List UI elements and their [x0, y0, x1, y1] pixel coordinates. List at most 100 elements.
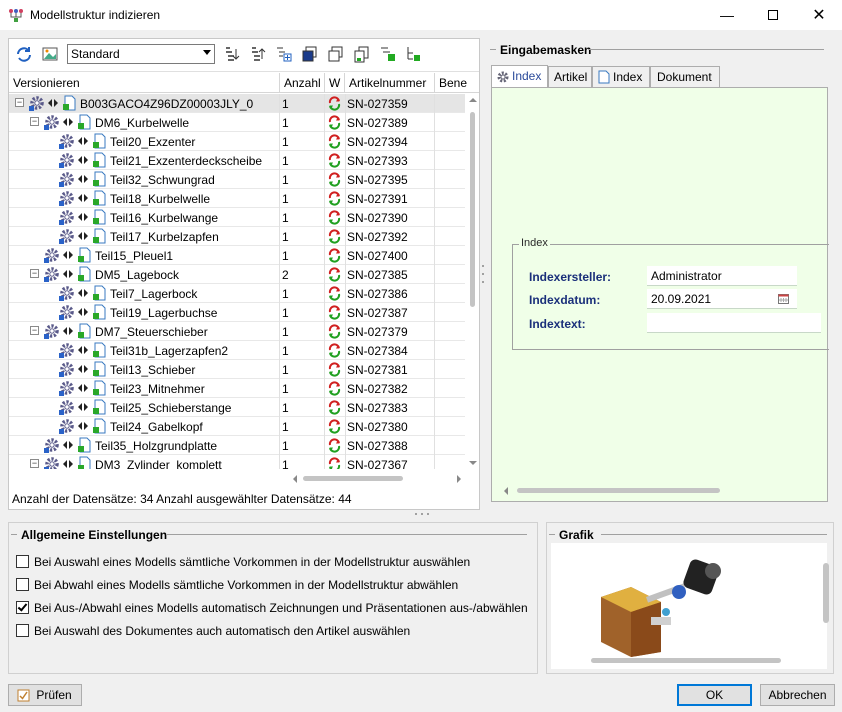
scroll-thumb[interactable]: [303, 476, 403, 481]
graphic-horizontal-scrollbar[interactable]: [591, 658, 781, 663]
gear-icon[interactable]: [44, 456, 60, 469]
table-row[interactable]: − DM5_Lagebock 2 SN-027385: [9, 265, 465, 284]
workflow-status-icon[interactable]: [327, 343, 342, 358]
column-header-anzahl[interactable]: Anzahl: [284, 76, 321, 94]
gear-icon[interactable]: [59, 304, 75, 320]
table-row[interactable]: − DM7_Steuerschieber 1 SN-027379: [9, 322, 465, 341]
workflow-status-icon[interactable]: [327, 400, 342, 415]
minimize-button[interactable]: —: [704, 0, 750, 30]
column-header-versionieren[interactable]: Versionieren: [13, 76, 80, 94]
view-combobox[interactable]: Standard: [67, 44, 215, 64]
scroll-right-icon[interactable]: [457, 475, 461, 483]
table-row[interactable]: Teil24_Gabelkopf 1 SN-027380: [9, 417, 465, 436]
checkbox[interactable]: [16, 601, 29, 614]
gear-icon[interactable]: [29, 95, 45, 111]
gear-icon[interactable]: [59, 209, 75, 225]
mark-level-icon[interactable]: [405, 45, 423, 63]
mask-horizontal-scrollbar[interactable]: [500, 484, 820, 497]
gear-icon[interactable]: [59, 361, 75, 377]
checkbox[interactable]: [16, 555, 29, 568]
gear-icon[interactable]: [44, 247, 60, 263]
workflow-status-icon[interactable]: [327, 172, 342, 187]
table-row[interactable]: Teil16_Kurbelwange 1 SN-027390: [9, 208, 465, 227]
workflow-status-icon[interactable]: [327, 438, 342, 453]
workflow-status-icon[interactable]: [327, 305, 342, 320]
workflow-status-icon[interactable]: [327, 229, 342, 244]
image-view-icon[interactable]: [41, 45, 59, 63]
workflow-status-icon[interactable]: [327, 324, 342, 339]
tree-vertical-scrollbar[interactable]: [466, 94, 479, 469]
workflow-status-icon[interactable]: [327, 248, 342, 263]
ok-button[interactable]: OK: [677, 684, 752, 706]
workflow-status-icon[interactable]: [327, 115, 342, 130]
table-row[interactable]: Teil20_Exzenter 1 SN-027394: [9, 132, 465, 151]
gear-icon[interactable]: [44, 323, 60, 339]
collapse-toggle-icon[interactable]: −: [15, 98, 24, 107]
table-row[interactable]: Teil23_Mitnehmer 1 SN-027382: [9, 379, 465, 398]
scroll-left-icon[interactable]: [293, 475, 297, 483]
tab-index[interactable]: Index: [491, 65, 548, 88]
collapse-toggle-icon[interactable]: −: [30, 326, 39, 335]
scroll-thumb[interactable]: [470, 112, 475, 307]
table-row[interactable]: Teil13_Schieber 1 SN-027381: [9, 360, 465, 379]
table-row[interactable]: − DM6_Kurbelwelle 1 SN-027389: [9, 113, 465, 132]
workflow-status-icon[interactable]: [327, 286, 342, 301]
scroll-left-icon[interactable]: [504, 487, 508, 495]
expand-all-icon[interactable]: [223, 45, 241, 63]
gear-icon[interactable]: [59, 342, 75, 358]
indexersteller-field[interactable]: Administrator: [647, 266, 797, 286]
table-row[interactable]: Teil32_Schwungrad 1 SN-027395: [9, 170, 465, 189]
column-header-artikelnummer[interactable]: Artikelnummer: [349, 76, 426, 94]
column-header-bene[interactable]: Bene: [439, 76, 467, 94]
scroll-up-icon[interactable]: [469, 98, 477, 102]
workflow-status-icon[interactable]: [327, 134, 342, 149]
indexdatum-field[interactable]: 20.09.2021: [647, 289, 797, 309]
scroll-thumb[interactable]: [517, 488, 720, 493]
table-row[interactable]: Teil7_Lagerbock 1 SN-027386: [9, 284, 465, 303]
calendar-icon[interactable]: [778, 293, 789, 304]
graphic-vertical-scrollbar[interactable]: [823, 563, 829, 623]
model-preview[interactable]: [551, 543, 827, 669]
table-row[interactable]: Teil31b_Lagerzapfen2 1 SN-027384: [9, 341, 465, 360]
gear-icon[interactable]: [59, 133, 75, 149]
collapse-all-icon[interactable]: [249, 45, 267, 63]
checkbox[interactable]: [16, 624, 29, 637]
gear-icon[interactable]: [59, 418, 75, 434]
deselect-all-icon[interactable]: [327, 45, 345, 63]
gear-icon[interactable]: [59, 228, 75, 244]
gear-icon[interactable]: [44, 114, 60, 130]
workflow-status-icon[interactable]: [327, 381, 342, 396]
table-row[interactable]: − B003GACO4Z96DZ00003JLY_0 1 SN-027359: [9, 94, 465, 113]
collapse-toggle-icon[interactable]: −: [30, 269, 39, 278]
indextext-field[interactable]: [647, 313, 821, 333]
workflow-status-icon[interactable]: [327, 153, 342, 168]
table-row[interactable]: Teil18_Kurbelwelle 1 SN-027391: [9, 189, 465, 208]
workflow-status-icon[interactable]: [327, 457, 342, 469]
refresh-icon[interactable]: [15, 45, 33, 63]
tree-horizontal-scrollbar[interactable]: [9, 472, 465, 485]
gear-icon[interactable]: [44, 266, 60, 282]
filter-level-icon[interactable]: [379, 45, 397, 63]
table-row[interactable]: Teil25_Schieberstange 1 SN-027383: [9, 398, 465, 417]
close-button[interactable]: ✕: [796, 0, 842, 30]
gear-icon[interactable]: [59, 171, 75, 187]
gear-icon[interactable]: [59, 399, 75, 415]
column-header-w[interactable]: W: [329, 76, 340, 94]
select-all-icon[interactable]: [301, 45, 319, 63]
gear-icon[interactable]: [44, 437, 60, 453]
collapse-toggle-icon[interactable]: −: [30, 459, 39, 468]
tab-artikel[interactable]: Artikel: [548, 66, 592, 87]
splitter-grip-icon[interactable]: [412, 512, 432, 516]
workflow-status-icon[interactable]: [327, 419, 342, 434]
table-row[interactable]: Teil15_Pleuel1 1 SN-027400: [9, 246, 465, 265]
tab-index-document[interactable]: Index: [592, 66, 650, 87]
abbrechen-button[interactable]: Abbrechen: [760, 684, 835, 706]
vertical-splitter-grip-icon[interactable]: [481, 262, 485, 286]
gear-icon[interactable]: [59, 380, 75, 396]
table-row[interactable]: Teil21_Exzenterdeckscheibe 1 SN-027393: [9, 151, 465, 170]
table-row[interactable]: Teil35_Holzgrundplatte 1 SN-027388: [9, 436, 465, 455]
gear-icon[interactable]: [59, 190, 75, 206]
table-row[interactable]: − DM3_Zylinder_komplett 1 SN-027367: [9, 455, 465, 469]
workflow-status-icon[interactable]: [327, 191, 342, 206]
workflow-status-icon[interactable]: [327, 96, 342, 111]
